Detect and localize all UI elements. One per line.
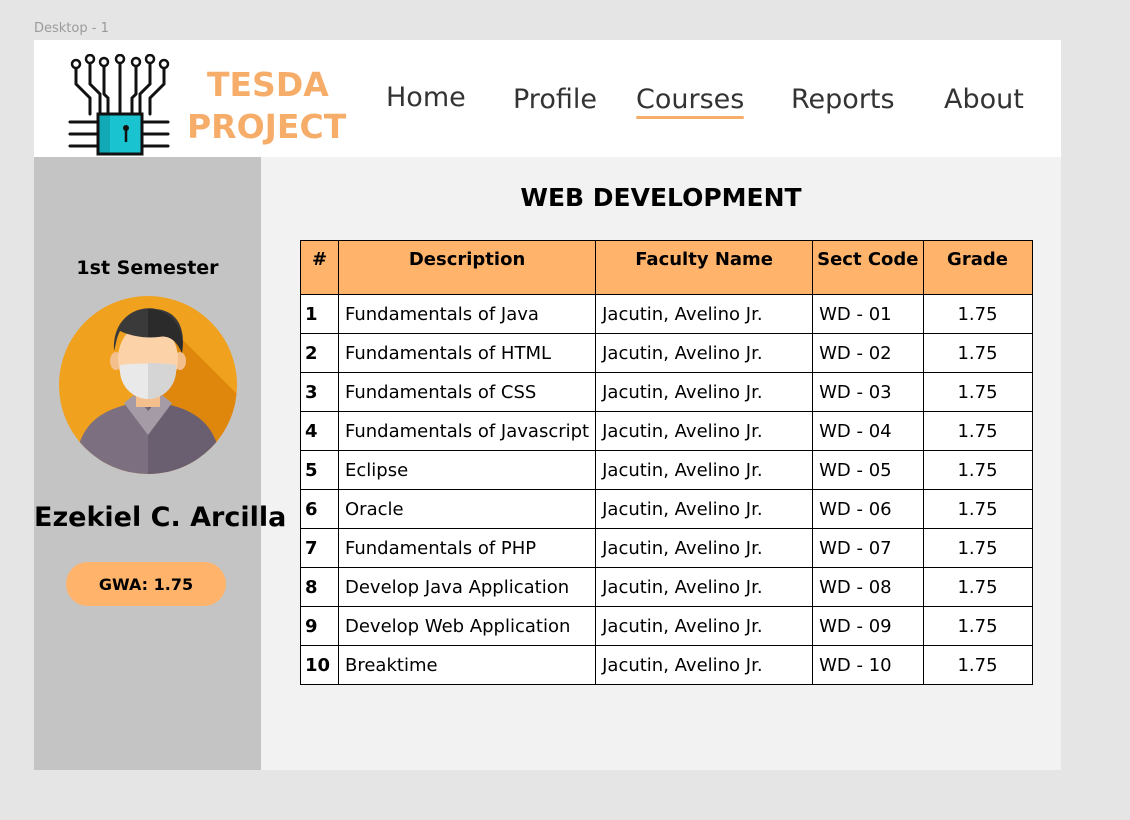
- row-description: Develop Web Application: [337, 606, 597, 646]
- row-description: Fundamentals of PHP: [337, 528, 597, 568]
- brand-line-1: TESDA: [207, 65, 329, 104]
- row-number: 5: [300, 450, 339, 490]
- row-number: 8: [300, 567, 339, 607]
- header-faculty: Faculty Name: [595, 240, 814, 295]
- table-row: 2 Fundamentals of HTML Jacutin, Avelino …: [300, 333, 1033, 373]
- header-description: Description: [337, 240, 597, 295]
- row-faculty: Jacutin, Avelino Jr.: [595, 411, 814, 451]
- row-grade: 1.75: [922, 489, 1033, 529]
- row-sect-code: WD - 02: [812, 333, 924, 373]
- nav-home[interactable]: Home: [386, 82, 466, 113]
- student-name: Ezekiel C. Arcilla: [34, 502, 287, 533]
- row-faculty: Jacutin, Avelino Jr.: [595, 606, 814, 646]
- nav-reports[interactable]: Reports: [791, 84, 895, 115]
- table-row: 1 Fundamentals of Java Jacutin, Avelino …: [300, 294, 1033, 334]
- brand-line-2: PROJECT: [187, 107, 347, 146]
- brand-title: TESDA PROJECT: [187, 64, 346, 148]
- row-faculty: Jacutin, Avelino Jr.: [595, 333, 814, 373]
- row-description: Fundamentals of Javascript: [337, 411, 597, 451]
- table-row: 5 Eclipse Jacutin, Avelino Jr. WD - 05 1…: [300, 450, 1033, 490]
- row-number: 1: [300, 294, 339, 334]
- row-faculty: Jacutin, Avelino Jr.: [595, 567, 814, 607]
- top-header: TESDA PROJECT Home Profile Courses Repor…: [34, 40, 1061, 157]
- row-faculty: Jacutin, Avelino Jr.: [595, 450, 814, 490]
- row-description: Oracle: [337, 489, 597, 529]
- header-grade: Grade: [922, 240, 1033, 295]
- table-row: 4 Fundamentals of Javascript Jacutin, Av…: [300, 411, 1033, 451]
- row-number: 4: [300, 411, 339, 451]
- table-row: 3 Fundamentals of CSS Jacutin, Avelino J…: [300, 372, 1033, 412]
- row-grade: 1.75: [922, 606, 1033, 646]
- row-grade: 1.75: [922, 411, 1033, 451]
- row-sect-code: WD - 01: [812, 294, 924, 334]
- row-number: 10: [300, 645, 339, 685]
- nav-courses[interactable]: Courses: [636, 84, 745, 119]
- row-number: 2: [300, 333, 339, 373]
- header-number: #: [300, 240, 339, 295]
- nav-profile[interactable]: Profile: [513, 84, 597, 115]
- row-sect-code: WD - 06: [812, 489, 924, 529]
- masked-person-icon: [59, 296, 237, 474]
- row-sect-code: WD - 07: [812, 528, 924, 568]
- row-description: Develop Java Application: [337, 567, 597, 607]
- table-row: 9 Develop Web Application Jacutin, Aveli…: [300, 606, 1033, 646]
- row-number: 3: [300, 372, 339, 412]
- frame-label: Desktop - 1: [34, 21, 109, 36]
- table-header-row: # Description Faculty Name Sect Code Gra…: [300, 240, 1033, 295]
- row-grade: 1.75: [922, 333, 1033, 373]
- row-description: Breaktime: [337, 645, 597, 685]
- table-row: 6 Oracle Jacutin, Avelino Jr. WD - 06 1.…: [300, 489, 1033, 529]
- gwa-badge: GWA: 1.75: [66, 562, 226, 606]
- row-faculty: Jacutin, Avelino Jr.: [595, 528, 814, 568]
- row-sect-code: WD - 09: [812, 606, 924, 646]
- row-grade: 1.75: [922, 528, 1033, 568]
- courses-table: # Description Faculty Name Sect Code Gra…: [300, 240, 1033, 685]
- profile-sidebar: 1st Semester Ezekiel C. Arcilla GWA: 1.7…: [34, 157, 287, 770]
- row-faculty: Jacutin, Avelino Jr.: [595, 294, 814, 334]
- row-sect-code: WD - 08: [812, 567, 924, 607]
- row-faculty: Jacutin, Avelino Jr.: [595, 489, 814, 529]
- row-number: 6: [300, 489, 339, 529]
- row-grade: 1.75: [922, 567, 1033, 607]
- row-faculty: Jacutin, Avelino Jr.: [595, 645, 814, 685]
- row-faculty: Jacutin, Avelino Jr.: [595, 372, 814, 412]
- row-sect-code: WD - 10: [812, 645, 924, 685]
- circuit-chip-icon: [68, 54, 170, 156]
- table-row: 10 Breaktime Jacutin, Avelino Jr. WD - 1…: [300, 645, 1033, 685]
- row-grade: 1.75: [922, 372, 1033, 412]
- row-grade: 1.75: [922, 450, 1033, 490]
- row-description: Fundamentals of HTML: [337, 333, 597, 373]
- header-sect-code: Sect Code: [812, 240, 924, 295]
- row-sect-code: WD - 04: [812, 411, 924, 451]
- table-row: 8 Develop Java Application Jacutin, Avel…: [300, 567, 1033, 607]
- row-description: Eclipse: [337, 450, 597, 490]
- row-number: 7: [300, 528, 339, 568]
- row-grade: 1.75: [922, 645, 1033, 685]
- course-title: WEB DEVELOPMENT: [520, 183, 802, 212]
- desktop-frame: TESDA PROJECT Home Profile Courses Repor…: [34, 40, 1061, 770]
- row-description: Fundamentals of Java: [337, 294, 597, 334]
- row-sect-code: WD - 05: [812, 450, 924, 490]
- row-grade: 1.75: [922, 294, 1033, 334]
- row-number: 9: [300, 606, 339, 646]
- semester-label: 1st Semester: [76, 257, 219, 279]
- row-sect-code: WD - 03: [812, 372, 924, 412]
- table-row: 7 Fundamentals of PHP Jacutin, Avelino J…: [300, 528, 1033, 568]
- nav-about[interactable]: About: [944, 84, 1024, 115]
- row-description: Fundamentals of CSS: [337, 372, 597, 412]
